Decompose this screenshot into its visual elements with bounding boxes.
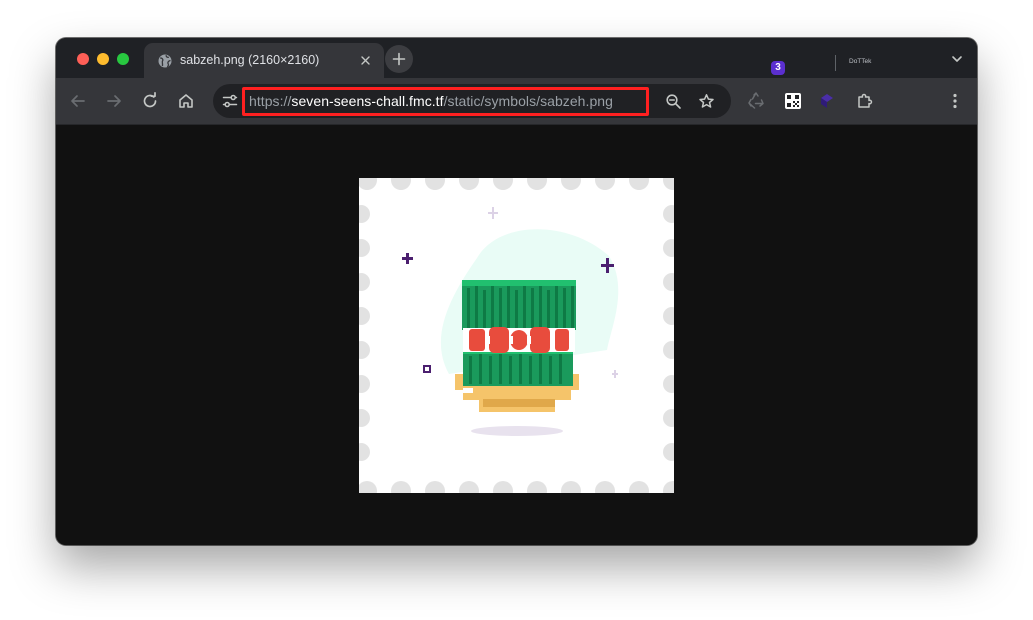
- profile-button[interactable]: DoTTek: [849, 58, 871, 65]
- toolbar: https://seven-seens-chall.fmc.tf/static/…: [56, 78, 977, 125]
- extension-badge-icon[interactable]: [818, 91, 838, 111]
- window-close-button[interactable]: [77, 53, 89, 65]
- puzzle-icon[interactable]: [855, 91, 875, 111]
- url-text[interactable]: https://seven-seens-chall.fmc.tf/static/…: [249, 93, 613, 109]
- address-bar[interactable]: https://seven-seens-chall.fmc.tf/static/…: [213, 84, 731, 118]
- window-maximize-button[interactable]: [117, 53, 129, 65]
- browser-window: sabzeh.png (2160×2160) https://seven-see…: [56, 38, 977, 545]
- recycle-icon[interactable]: [746, 91, 766, 111]
- sabzeh-image: [359, 178, 674, 493]
- sabzeh-illustration: [359, 178, 674, 493]
- reload-icon[interactable]: [140, 91, 160, 111]
- qr-code-icon[interactable]: [783, 91, 803, 111]
- globe-icon: [158, 54, 172, 68]
- kebab-menu-icon[interactable]: [945, 91, 965, 111]
- chevron-down-icon[interactable]: [949, 51, 965, 67]
- toolbar-divider: [835, 55, 836, 71]
- arrow-right-icon[interactable]: [104, 91, 124, 111]
- new-tab-button[interactable]: [385, 45, 413, 73]
- url-path: /static/symbols/sabzeh.png: [443, 93, 613, 109]
- window-minimize-button[interactable]: [97, 53, 109, 65]
- page-content: [56, 125, 977, 545]
- plus-icon: [392, 52, 406, 66]
- zoom-out-icon[interactable]: [665, 93, 682, 110]
- url-host: seven-seens-chall.fmc.tf: [291, 93, 444, 109]
- tab-title: sabzeh.png (2160×2160): [180, 53, 320, 67]
- url-scheme: https://: [249, 93, 292, 109]
- tab-strip: sabzeh.png (2160×2160): [56, 38, 977, 78]
- star-icon[interactable]: [698, 93, 715, 110]
- tab-active[interactable]: sabzeh.png (2160×2160): [144, 43, 384, 78]
- arrow-left-icon[interactable]: [68, 91, 88, 111]
- tune-icon[interactable]: [222, 93, 238, 109]
- extension-badge-count: 3: [771, 61, 785, 75]
- home-icon[interactable]: [176, 91, 196, 111]
- close-icon[interactable]: [359, 54, 372, 67]
